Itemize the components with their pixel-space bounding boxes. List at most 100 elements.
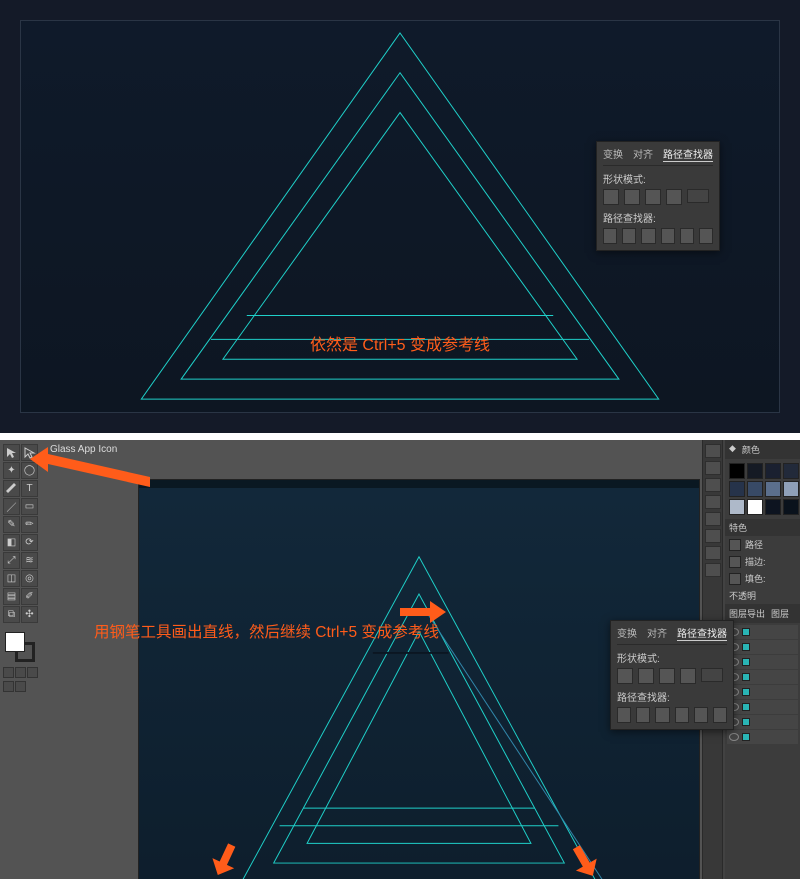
unite-icon[interactable] [617, 668, 633, 684]
lasso-tool[interactable]: ◯ [21, 462, 38, 479]
appearance-stroke[interactable]: 描边: [725, 553, 800, 570]
layer-row[interactable] [727, 625, 798, 639]
tab-pathfinder[interactable]: 路径查找器 [663, 146, 713, 162]
swatches-grid[interactable] [725, 459, 800, 519]
shape-builder-tool[interactable]: ◎ [21, 570, 38, 587]
symbol-sprayer-tool[interactable]: ✣ [21, 606, 38, 623]
pathfinder-tabs[interactable]: 变换 对齐 路径查找器 [603, 146, 713, 166]
rotate-tool[interactable]: ⟳ [21, 534, 38, 551]
blend-tool[interactable]: ⧉ [3, 606, 20, 623]
pathfinder-panel-top[interactable]: 变换 对齐 路径查找器 形状模式: 路径查找器: [596, 141, 720, 251]
fullscreen-icon[interactable] [15, 681, 26, 692]
width-tool[interactable]: ≋ [21, 552, 38, 569]
divide-icon[interactable] [603, 228, 617, 244]
crop-icon[interactable] [675, 707, 689, 723]
tab-transform[interactable]: 变换 [617, 625, 637, 641]
unite-icon[interactable] [603, 189, 619, 205]
panel-icon[interactable] [705, 478, 721, 492]
eraser-tool[interactable]: ◧ [3, 534, 20, 551]
appearance-fill[interactable]: 填色: [725, 570, 800, 587]
intersect-icon[interactable] [645, 189, 661, 205]
expand-chip[interactable] [687, 189, 709, 203]
exclude-icon[interactable] [680, 668, 696, 684]
intersect-icon[interactable] [659, 668, 675, 684]
gradient-mode-icon[interactable] [15, 667, 26, 678]
swatch[interactable] [747, 481, 763, 497]
fill-stroke-swatch[interactable] [3, 630, 37, 664]
panel-icon[interactable] [705, 512, 721, 526]
direct-selection-tool[interactable] [21, 444, 38, 461]
type-tool[interactable]: T [21, 480, 38, 497]
expand-chip[interactable] [701, 668, 723, 682]
color-mode-icon[interactable] [3, 667, 14, 678]
swatch[interactable] [729, 463, 745, 479]
layer-row[interactable] [727, 670, 798, 684]
pencil-tool[interactable]: ✏ [21, 516, 38, 533]
swatch[interactable] [747, 463, 763, 479]
merge-icon[interactable] [655, 707, 669, 723]
pathfinder-tabs[interactable]: 变换 对齐 路径查找器 [617, 625, 727, 645]
layer-row[interactable] [727, 655, 798, 669]
minus-front-icon[interactable] [624, 189, 640, 205]
screen-mode-icon[interactable] [3, 681, 14, 692]
swatch[interactable] [729, 499, 745, 515]
swatch[interactable] [765, 481, 781, 497]
layer-row[interactable] [727, 730, 798, 744]
crop-icon[interactable] [661, 228, 675, 244]
tab-transform[interactable]: 变换 [603, 146, 623, 162]
divide-icon[interactable] [617, 707, 631, 723]
swatch[interactable] [729, 481, 745, 497]
layers-header[interactable]: 图层导出 图层 [725, 604, 800, 623]
swatches-header[interactable]: ◆颜色 [725, 440, 800, 459]
swatch[interactable] [765, 463, 781, 479]
layers-list[interactable] [725, 623, 800, 879]
panel-icon[interactable] [705, 546, 721, 560]
magic-wand-tool[interactable]: ✦ [3, 462, 20, 479]
tab-align[interactable]: 对齐 [647, 625, 667, 641]
layer-row[interactable] [727, 685, 798, 699]
appearance-opacity[interactable]: 不透明 [725, 587, 800, 604]
paintbrush-tool[interactable]: ✎ [3, 516, 20, 533]
minus-front-icon[interactable] [638, 668, 654, 684]
layer-row[interactable] [727, 715, 798, 729]
panel-icon[interactable] [705, 461, 721, 475]
tab-color[interactable]: 颜色 [742, 443, 760, 456]
pathfinder-panel-bottom[interactable]: 变换 对齐 路径查找器 形状模式: 路径查找器: [610, 620, 734, 730]
none-mode-icon[interactable] [27, 667, 38, 678]
visibility-icon[interactable] [729, 733, 739, 741]
pen-tool[interactable] [3, 480, 20, 497]
swatch[interactable] [783, 463, 799, 479]
panel-icon[interactable] [705, 444, 721, 458]
minus-back-icon[interactable] [699, 228, 713, 244]
tab-layers[interactable]: 图层 [771, 607, 789, 620]
appearance-path[interactable]: 路径 [725, 536, 800, 553]
trim-icon[interactable] [636, 707, 650, 723]
tab-pathfinder[interactable]: 路径查找器 [677, 625, 727, 641]
panel-icon[interactable] [705, 529, 721, 543]
minus-back-icon[interactable] [713, 707, 727, 723]
eyedropper-tool[interactable]: ✐ [21, 588, 38, 605]
outline-icon[interactable] [680, 228, 694, 244]
tab-export[interactable]: 图层导出 [729, 607, 765, 620]
panel-icon[interactable] [705, 563, 721, 577]
swatch[interactable] [765, 499, 781, 515]
free-transform-tool[interactable]: ◫ [3, 570, 20, 587]
exclude-icon[interactable] [666, 189, 682, 205]
layer-row[interactable] [727, 640, 798, 654]
trim-icon[interactable] [622, 228, 636, 244]
tab-align[interactable]: 对齐 [633, 146, 653, 162]
panel-icon[interactable] [705, 495, 721, 509]
fill-swatch[interactable] [5, 632, 25, 652]
merge-icon[interactable] [641, 228, 655, 244]
scale-tool[interactable]: ⤢ [3, 552, 20, 569]
rectangle-tool[interactable]: ▭ [21, 498, 38, 515]
layer-row[interactable] [727, 700, 798, 714]
swatch[interactable] [783, 481, 799, 497]
document-tab[interactable]: Glass App Icon [44, 442, 123, 457]
swatch[interactable] [747, 499, 763, 515]
line-tool[interactable]: ／ [3, 498, 20, 515]
gradient-tool[interactable]: ▤ [3, 588, 20, 605]
swatch[interactable] [783, 499, 799, 515]
selection-tool[interactable] [3, 444, 20, 461]
outline-icon[interactable] [694, 707, 708, 723]
